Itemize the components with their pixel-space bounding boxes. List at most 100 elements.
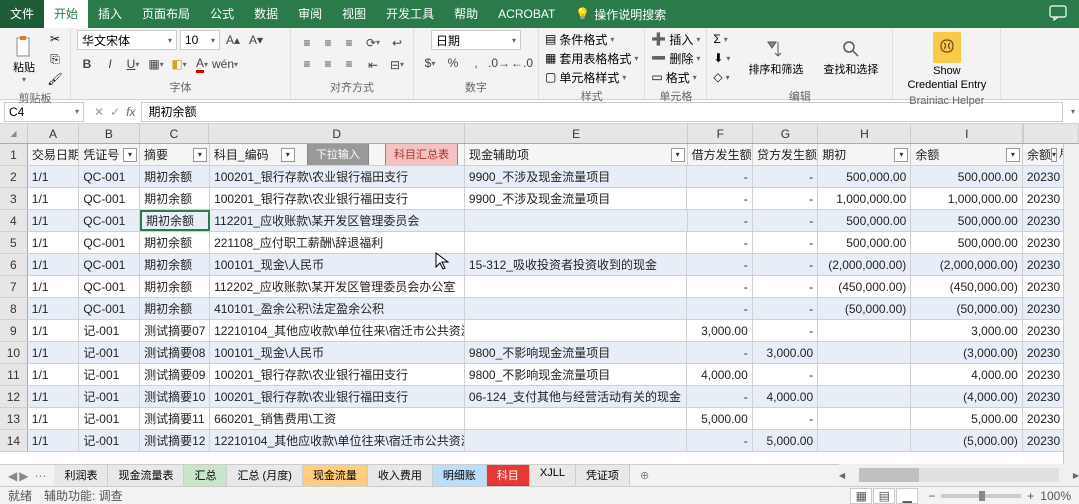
- row-header-6[interactable]: 6: [0, 254, 28, 275]
- sheet-tab-3[interactable]: 汇总 (月度): [227, 465, 302, 487]
- cell[interactable]: 112201_应收账款\某开发区管理委员会: [210, 210, 465, 231]
- cell[interactable]: 100201_银行存款\农业银行福田支行: [210, 386, 465, 407]
- cell[interactable]: 06-124_支付其他与经营活动有关的现金: [465, 386, 688, 407]
- cell[interactable]: QC-001: [79, 298, 140, 319]
- cell[interactable]: QC-001: [79, 254, 140, 275]
- fill-button[interactable]: ⬇▾: [713, 49, 730, 67]
- cell[interactable]: 1/1: [28, 342, 80, 363]
- cell[interactable]: [465, 320, 688, 341]
- cell[interactable]: (2,000,000.00): [911, 254, 1023, 275]
- zoom-control[interactable]: − + 100%: [928, 489, 1071, 503]
- cell[interactable]: -: [753, 298, 818, 319]
- find-select-button[interactable]: 查找和选择: [815, 37, 886, 79]
- cell[interactable]: 记-001: [79, 342, 140, 363]
- cell[interactable]: [465, 298, 688, 319]
- cut-button[interactable]: ✂: [46, 30, 64, 48]
- cell[interactable]: 5,000.00: [753, 430, 818, 451]
- filter-I[interactable]: 余额▾: [911, 144, 1023, 165]
- view-normal-button[interactable]: ▦: [850, 488, 872, 504]
- cell[interactable]: 500,000.00: [911, 166, 1023, 187]
- cell[interactable]: [818, 320, 911, 341]
- row-header-4[interactable]: 4: [0, 210, 28, 231]
- font-name-select[interactable]: 华文宋体▾: [77, 30, 177, 50]
- col-header-F[interactable]: F: [688, 124, 753, 143]
- zoom-out-icon[interactable]: −: [928, 489, 935, 503]
- filter-A[interactable]: 交易日期▾: [28, 144, 79, 165]
- cell[interactable]: -: [687, 232, 752, 253]
- cell[interactable]: [818, 364, 911, 385]
- comma-button[interactable]: ,: [466, 53, 486, 73]
- filter-D[interactable]: 科目_编码▾下拉输入科目汇总表: [210, 144, 465, 165]
- select-all-corner[interactable]: ◢: [0, 124, 28, 143]
- cell[interactable]: [818, 430, 911, 451]
- cell[interactable]: (5,000.00): [911, 430, 1023, 451]
- sheet-tab-6[interactable]: 明细账: [433, 465, 487, 487]
- cell[interactable]: -: [753, 166, 818, 187]
- vertical-scrollbar[interactable]: [1063, 144, 1079, 464]
- cell[interactable]: -: [753, 210, 818, 231]
- cell[interactable]: -: [753, 232, 818, 253]
- row-header-14[interactable]: 14: [0, 430, 28, 451]
- filter-H[interactable]: 期初▾: [818, 144, 911, 165]
- cell[interactable]: [818, 342, 911, 363]
- menu-dev[interactable]: 开发工具: [376, 0, 444, 28]
- row-header-12[interactable]: 12: [0, 386, 28, 407]
- percent-button[interactable]: %: [443, 53, 463, 73]
- cell[interactable]: 500,000.00: [818, 166, 911, 187]
- col-header-E[interactable]: E: [465, 124, 688, 143]
- cell[interactable]: 1,000,000.00: [911, 188, 1023, 209]
- format-table-button[interactable]: ▦套用表格格式▾: [545, 49, 638, 67]
- col-header-A[interactable]: A: [28, 124, 79, 143]
- merge-button[interactable]: ⊟▾: [387, 55, 407, 75]
- cell[interactable]: -: [687, 254, 752, 275]
- filter-E[interactable]: 现金辅助项▾: [465, 144, 688, 165]
- cell[interactable]: (450,000.00): [911, 276, 1023, 297]
- subject-summary-button[interactable]: 科目汇总表: [385, 144, 458, 165]
- cell[interactable]: 112202_应收账款\某开发区管理委员会办公室: [210, 276, 465, 297]
- cell[interactable]: 记-001: [79, 320, 140, 341]
- cell[interactable]: 500,000.00: [818, 232, 911, 253]
- comments-icon[interactable]: [1049, 5, 1067, 24]
- menu-data[interactable]: 数据: [244, 0, 288, 28]
- cell[interactable]: 660201_销售费用\工资: [210, 408, 465, 429]
- zoom-in-icon[interactable]: +: [1027, 489, 1034, 503]
- cell[interactable]: 100101_现金\人民币: [210, 342, 465, 363]
- sheet-tab-4[interactable]: 现金流量: [303, 465, 368, 487]
- cell[interactable]: 1/1: [28, 386, 80, 407]
- cell[interactable]: -: [687, 342, 752, 363]
- col-header-C[interactable]: C: [140, 124, 210, 143]
- cell[interactable]: 记-001: [79, 364, 140, 385]
- cell[interactable]: 1/1: [28, 364, 80, 385]
- cell[interactable]: QC-001: [79, 166, 140, 187]
- align-right-button[interactable]: ≡: [339, 54, 359, 74]
- decrease-decimal-button[interactable]: ←.0: [512, 53, 532, 73]
- tell-me-search[interactable]: 💡 操作说明搜索: [575, 6, 666, 23]
- cell[interactable]: 记-001: [79, 430, 140, 451]
- cell[interactable]: 测试摘要10: [140, 386, 210, 407]
- cell[interactable]: 4,000.00: [753, 386, 818, 407]
- sheet-tab-8[interactable]: XJLL: [530, 465, 576, 487]
- cell[interactable]: (450,000.00): [818, 276, 911, 297]
- col-header-H[interactable]: H: [818, 124, 911, 143]
- font-size-select[interactable]: 10▾: [180, 30, 220, 50]
- cell[interactable]: 3,000.00: [911, 320, 1023, 341]
- menu-file[interactable]: 文件: [0, 0, 44, 28]
- brainiac-show-button[interactable]: Show Credential Entry: [899, 30, 994, 93]
- align-bottom-button[interactable]: ≡: [339, 33, 359, 53]
- align-center-button[interactable]: ≡: [318, 54, 338, 74]
- paste-button[interactable]: 粘贴 ▾: [6, 33, 42, 86]
- align-left-button[interactable]: ≡: [297, 54, 317, 74]
- cell[interactable]: 5,000.00: [911, 408, 1023, 429]
- cell[interactable]: 期初余额: [140, 254, 210, 275]
- cell[interactable]: [818, 386, 911, 407]
- cell[interactable]: -: [687, 386, 752, 407]
- sheet-nav-next-icon[interactable]: ▶: [19, 469, 28, 483]
- cell[interactable]: [465, 232, 688, 253]
- cell[interactable]: 1/1: [28, 298, 80, 319]
- col-header-G[interactable]: G: [753, 124, 818, 143]
- copy-button[interactable]: ⎘: [46, 50, 64, 68]
- cell[interactable]: 期初余额: [140, 166, 210, 187]
- font-color-button[interactable]: A▾: [192, 54, 212, 74]
- italic-button[interactable]: I: [100, 54, 120, 74]
- fx-icon[interactable]: fx: [126, 105, 135, 119]
